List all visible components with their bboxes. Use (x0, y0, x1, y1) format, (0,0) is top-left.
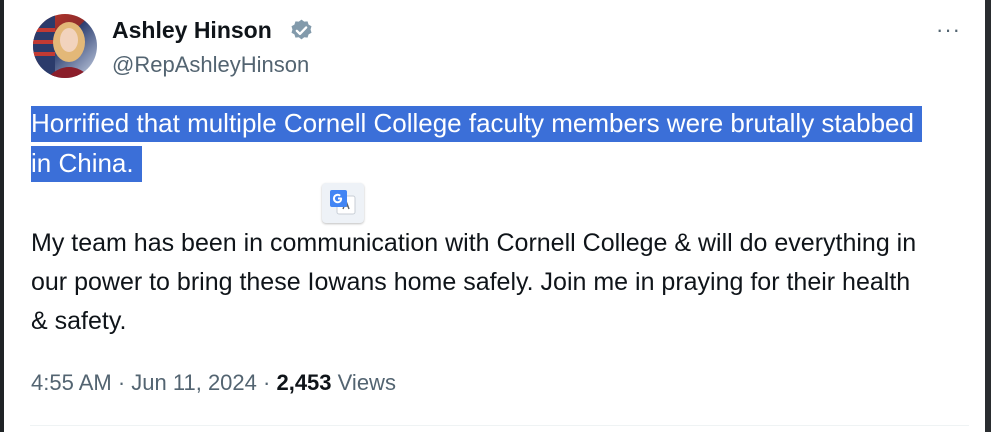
google-translate-button[interactable] (322, 183, 364, 223)
tweet-body-text: My team has been in communication with C… (31, 229, 917, 335)
views-label: Views (337, 370, 396, 395)
meta-separator: · (263, 370, 271, 395)
tweet-meta: 4:55 AM · Jun 11, 2024 · 2,453 Views (31, 368, 396, 398)
meta-separator: · (117, 370, 126, 395)
divider (30, 425, 969, 426)
selected-text: Horrified that multiple Cornell College … (31, 106, 922, 182)
avatar[interactable] (33, 14, 97, 78)
views-count: 2,453 (276, 370, 332, 395)
window-right-edge (985, 0, 991, 432)
tweet-highlighted-text: Horrified that multiple Cornell College … (31, 103, 922, 183)
tweet-date[interactable]: Jun 11, 2024 (131, 370, 257, 395)
author-handle[interactable]: @RepAshleyHinson (112, 51, 309, 79)
window-left-edge (0, 0, 4, 432)
more-options-icon[interactable]: ··· (936, 19, 961, 41)
verified-badge-icon (291, 19, 312, 40)
author-name[interactable]: Ashley Hinson (112, 15, 272, 45)
google-translate-icon (330, 190, 356, 215)
tweet-time[interactable]: 4:55 AM (31, 370, 112, 395)
